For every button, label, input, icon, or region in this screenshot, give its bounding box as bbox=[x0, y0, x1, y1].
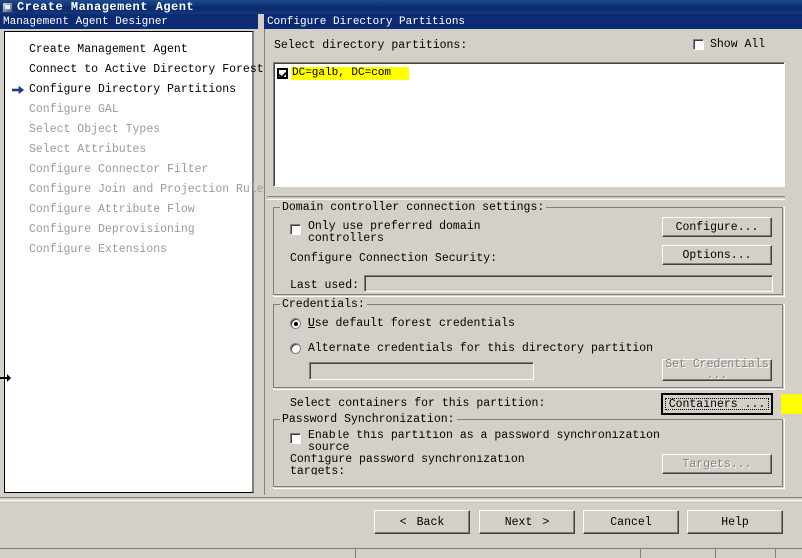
wizard-step-1[interactable]: Connect to Active Directory Forest bbox=[5, 60, 264, 80]
wizard-bar-separator bbox=[0, 497, 802, 501]
connection-security-label: Configure Connection Security: bbox=[290, 252, 498, 265]
alternate-credentials-field[interactable] bbox=[309, 362, 534, 380]
use-default-credentials-radio-row[interactable]: UUse default forest credentials bbox=[290, 317, 515, 330]
show-all-checkbox-row[interactable]: Show All bbox=[693, 38, 765, 51]
enable-password-sync-label-line2: source bbox=[308, 441, 350, 453]
only-preferred-dc-checkbox-row[interactable]: Only use preferred domain controllers bbox=[290, 221, 481, 245]
show-all-checkbox[interactable] bbox=[693, 39, 704, 50]
list-separator bbox=[267, 196, 785, 200]
wizard-step-label: Select Object Types bbox=[29, 123, 161, 136]
use-default-credentials-label: UUse default forest credentials bbox=[307, 317, 515, 330]
wizard-step-5[interactable]: Select Attributes bbox=[5, 140, 252, 160]
status-bar bbox=[0, 548, 802, 558]
current-step-arrow-icon bbox=[12, 86, 24, 94]
only-preferred-dc-label-line2: controllers bbox=[308, 232, 384, 245]
wizard-window: Create Management Agent Management Agent… bbox=[0, 0, 802, 558]
wizard-step-10[interactable]: Configure Extensions bbox=[5, 240, 252, 260]
wizard-step-list: Create Management Agent Connect to Active… bbox=[4, 31, 271, 493]
partition-label: DC=galb, DC=com bbox=[291, 67, 410, 80]
password-sync-group-title: Password Synchronization: bbox=[280, 413, 457, 426]
wizard-step-2[interactable]: Configure Directory Partitions bbox=[5, 80, 252, 100]
containers-button[interactable]: Containers ... bbox=[661, 393, 773, 415]
cancel-button[interactable]: Cancel bbox=[583, 510, 679, 534]
alternate-credentials-radio[interactable] bbox=[290, 343, 301, 354]
left-pane-header-label: Management Agent Designer bbox=[3, 15, 169, 28]
alternate-credentials-label: Alternate credentials for this directory… bbox=[308, 342, 654, 355]
right-pane-header: Configure Directory Partitions bbox=[264, 14, 802, 29]
enable-password-sync-label: Enable this partition as a password sync… bbox=[308, 430, 660, 452]
wizard-step-label: Create Management Agent bbox=[29, 43, 188, 56]
pointer-arrow-icon bbox=[0, 374, 11, 382]
credentials-group-title: Credentials: bbox=[280, 298, 367, 311]
wizard-step-label: Select Attributes bbox=[29, 143, 147, 156]
show-all-label: Show All bbox=[710, 38, 766, 51]
left-pane-header: Management Agent Designer bbox=[0, 14, 258, 29]
wizard-step-label: Configure Directory Partitions bbox=[29, 83, 237, 96]
only-preferred-dc-label: Only use preferred domain controllers bbox=[308, 221, 481, 245]
wizard-step-6[interactable]: Configure Connector Filter bbox=[5, 160, 252, 180]
wizard-step-0[interactable]: Create Management Agent bbox=[5, 40, 252, 60]
wizard-step-3[interactable]: Configure GAL bbox=[5, 100, 252, 120]
set-credentials-button-line2: ... bbox=[706, 369, 728, 382]
next-button-label: Next bbox=[504, 515, 533, 529]
cancel-button-label: Cancel bbox=[610, 515, 652, 529]
right-edge-filler bbox=[788, 29, 802, 495]
wizard-step-label: Configure Join and Projection Rules bbox=[29, 183, 271, 196]
targets-button[interactable]: Targets... bbox=[662, 454, 772, 474]
wizard-step-label: Configure Deprovisioning bbox=[29, 223, 195, 236]
wizard-step-label: Configure GAL bbox=[29, 103, 119, 116]
configure-button[interactable]: Configure... bbox=[662, 217, 772, 237]
wizard-step-9[interactable]: Configure Deprovisioning bbox=[5, 220, 252, 240]
partition-checkbox[interactable] bbox=[277, 68, 288, 79]
last-used-label: Last used: bbox=[290, 279, 360, 292]
configure-directory-partitions-pane: Select directory partitions: Show All DC… bbox=[264, 29, 802, 495]
partition-list-item[interactable]: DC=galb, DC=com bbox=[277, 66, 784, 81]
dc-connection-settings-title: Domain controller connection settings: bbox=[280, 201, 547, 214]
containers-highlight-marker bbox=[781, 394, 802, 414]
select-containers-label: Select containers for this partition: bbox=[290, 397, 546, 410]
next-button[interactable]: Next > bbox=[479, 510, 575, 534]
directory-partitions-listbox[interactable]: DC=galb, DC=com bbox=[273, 62, 785, 187]
wizard-step-4[interactable]: Select Object Types bbox=[5, 120, 252, 140]
last-used-field[interactable] bbox=[364, 275, 773, 292]
enable-password-sync-checkbox[interactable] bbox=[290, 433, 301, 444]
set-credentials-button[interactable]: Set Credentials ... bbox=[662, 359, 772, 381]
wizard-step-8[interactable]: Configure Attribute Flow bbox=[5, 200, 252, 220]
enable-password-sync-label-line1: Enable this partition as a password sync… bbox=[308, 430, 660, 442]
enable-password-sync-checkbox-row[interactable]: Enable this partition as a password sync… bbox=[290, 430, 660, 452]
right-pane-header-label: Configure Directory Partitions bbox=[267, 15, 466, 28]
wizard-app-icon bbox=[2, 1, 13, 13]
select-partitions-label: Select directory partitions: bbox=[274, 39, 468, 52]
only-preferred-dc-checkbox[interactable] bbox=[290, 224, 301, 235]
wizard-step-label: Configure Connector Filter bbox=[29, 163, 209, 176]
title-bar: Create Management Agent bbox=[0, 0, 802, 14]
alternate-credentials-radio-row[interactable]: Alternate credentials for this directory… bbox=[290, 342, 653, 355]
wizard-step-label: Configure Attribute Flow bbox=[29, 203, 195, 216]
wizard-step-label: Configure Extensions bbox=[29, 243, 168, 256]
help-button-label: Help bbox=[721, 515, 749, 529]
use-default-credentials-radio[interactable] bbox=[290, 318, 301, 329]
wizard-step-7[interactable]: Configure Join and Projection Rules bbox=[5, 180, 271, 200]
back-button[interactable]: < Back bbox=[374, 510, 470, 534]
configure-password-sync-targets-label: Configure password synchronization targe… bbox=[290, 454, 525, 475]
wizard-step-label: Connect to Active Directory Forest bbox=[29, 63, 264, 76]
help-button[interactable]: Help bbox=[687, 510, 783, 534]
back-button-label: Back bbox=[416, 515, 445, 529]
back-button-glyph: < bbox=[399, 515, 407, 529]
window-title: Create Management Agent bbox=[17, 0, 195, 14]
options-button[interactable]: Options... bbox=[662, 245, 772, 265]
configure-password-sync-label-line2: targets: bbox=[290, 465, 346, 476]
next-button-glyph: > bbox=[542, 515, 550, 529]
